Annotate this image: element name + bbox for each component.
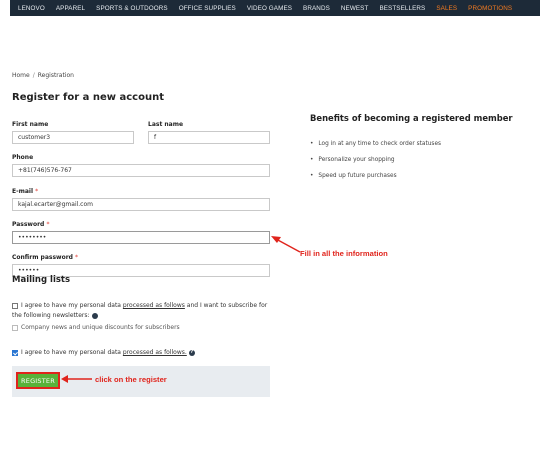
processed-as-follows-link[interactable]: processed as follows. [123, 349, 187, 356]
question-circle-icon[interactable]: ? [188, 349, 195, 356]
breadcrumb: Home / Registration [12, 72, 74, 79]
top-navigation: LENOVO APPAREL SPORTS & OUTDOORS OFFICE … [0, 0, 550, 21]
processed-as-follows-link[interactable]: processed as follows [123, 302, 185, 309]
fill-info-arrow-line [275, 238, 301, 253]
breadcrumb-home-link[interactable]: Home [12, 72, 30, 79]
required-mark: * [35, 188, 39, 195]
phone-field[interactable] [12, 164, 270, 177]
nav-item-sports-outdoors[interactable]: SPORTS & OUTDOORS [96, 5, 168, 12]
last-name-field[interactable] [148, 131, 270, 144]
fill-info-annotation: Fill in all the information [300, 249, 388, 258]
company-news-text: Company news and unique discounts for su… [21, 324, 180, 331]
category-menu-bar: LENOVO APPAREL SPORTS & OUTDOORS OFFICE … [10, 0, 540, 16]
nav-item-promotions[interactable]: PROMOTIONS [468, 5, 512, 12]
required-mark: * [46, 221, 50, 228]
confirm-password-label: Confirm password * [12, 254, 78, 261]
last-name-label: Last name [148, 121, 184, 128]
nav-item-video-games[interactable]: VIDEO GAMES [247, 5, 292, 12]
benefits-title: Benefits of becoming a registered member [310, 113, 513, 123]
breadcrumb-separator: / [32, 72, 35, 79]
data-consent-checkbox[interactable] [12, 350, 18, 356]
breadcrumb-current: Registration [37, 72, 74, 79]
newsletter-consent-text: I agree to have my personal data process… [12, 301, 274, 321]
phone-label: Phone [12, 154, 34, 161]
password-field[interactable] [12, 231, 270, 244]
benefit-item: Personalize your shopping [310, 157, 394, 163]
first-name-field[interactable] [12, 131, 134, 144]
email-label-text: E-mail [12, 188, 34, 195]
register-button[interactable]: REGISTER [16, 372, 60, 389]
required-mark: * [75, 254, 79, 261]
nav-item-lenovo[interactable]: LENOVO [18, 5, 45, 12]
benefit-item: Log in at any time to check order status… [310, 141, 441, 147]
fill-info-arrow-head [271, 236, 281, 243]
password-label: Password * [12, 221, 49, 228]
nav-item-apparel[interactable]: APPAREL [56, 5, 85, 12]
nav-item-bestsellers[interactable]: BESTSELLERS [379, 5, 425, 12]
click-register-annotation: click on the register [95, 375, 167, 384]
nav-item-brands[interactable]: BRANDS [303, 5, 330, 12]
email-field[interactable] [12, 198, 270, 211]
company-news-checkbox[interactable] [12, 325, 18, 331]
email-label: E-mail * [12, 188, 38, 195]
password-label-text: Password [12, 221, 45, 228]
nav-item-office-supplies[interactable]: OFFICE SUPPLIES [179, 5, 236, 12]
page-title: Register for a new account [12, 92, 164, 103]
nav-item-newest[interactable]: NEWEST [341, 5, 369, 12]
mailing-lists-title: Mailing lists [12, 275, 71, 285]
data-consent-text: I agree to have my personal data process… [21, 348, 195, 358]
newsletter-consent-text-before: I agree to have my personal data [21, 302, 123, 309]
first-name-label: First name [12, 121, 49, 128]
nav-item-sales[interactable]: SALES [436, 5, 457, 12]
benefit-item: Speed up future purchases [310, 173, 396, 179]
data-consent-text-before: I agree to have my personal data [21, 349, 123, 356]
confirm-password-label-text: Confirm password [12, 254, 73, 261]
question-circle-icon[interactable]: ? [91, 312, 103, 319]
